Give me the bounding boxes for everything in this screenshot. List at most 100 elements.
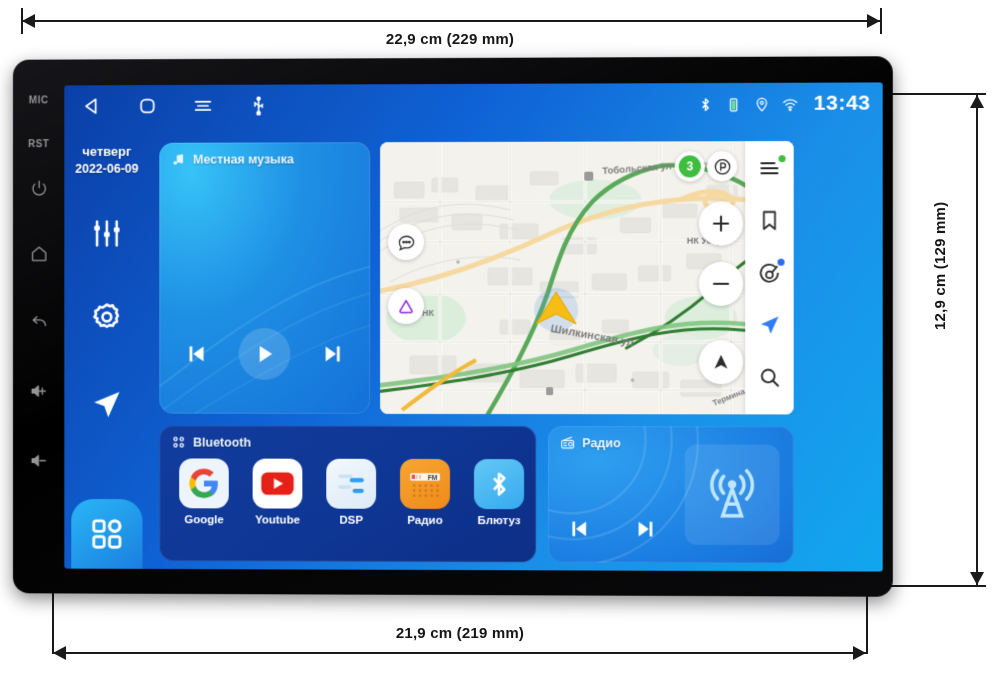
poi-label-nk: НК [422, 308, 435, 319]
app-label-youtube: Youtube [255, 514, 300, 527]
apps-row: Google Youtube DSP FM Радио Блютуз [159, 449, 536, 527]
date-display: четверг 2022-06-09 [75, 143, 138, 177]
power-button[interactable] [22, 173, 56, 203]
app-radio[interactable]: FM Радио [396, 458, 454, 527]
status-bar: 13:43 [697, 82, 871, 125]
parking-icon [712, 157, 731, 176]
bluetooth-apps-widget[interactable]: Bluetooth Google Youtube DSP FM Радио Бл… [159, 425, 537, 563]
music-transport-controls [159, 327, 370, 380]
map-parking-button[interactable] [706, 151, 738, 182]
navigation-arrow-icon [94, 392, 120, 418]
bluetooth-widget-title: Bluetooth [193, 435, 251, 450]
radio-widget[interactable]: Радио [548, 426, 794, 564]
home-button[interactable] [22, 239, 56, 269]
sidebar-item-apps[interactable] [71, 499, 143, 569]
map-widget[interactable]: Тобольская ул Шилкинская ул Терминальная… [380, 141, 794, 415]
map-top-controls: 3 [674, 151, 738, 182]
play-button[interactable] [238, 327, 291, 380]
bluetooth-icon [474, 459, 525, 510]
dim-line-bottom [53, 652, 866, 654]
menu-badge-dot [778, 155, 786, 163]
dim-label-right-height: 12,9 cm (129 mm) [932, 201, 949, 330]
music-widget[interactable]: Местная музыка [159, 142, 371, 414]
prev-track-button[interactable] [183, 341, 209, 367]
youtube-icon [252, 458, 303, 509]
reset-button[interactable]: RST [22, 129, 56, 159]
nav-back-icon[interactable] [64, 85, 119, 127]
map-search-button[interactable] [754, 362, 784, 392]
map-discovery-button[interactable] [754, 258, 785, 288]
chat-bubble-icon [398, 235, 415, 251]
radio-transport-controls [566, 516, 658, 546]
app-sidebar: четверг 2022-06-09 [64, 127, 149, 569]
map-zoom-out-button[interactable] [698, 261, 744, 306]
dim-arrow-bottom-left [53, 646, 66, 660]
app-label-dsp: DSP [339, 514, 363, 527]
date-label: 2022-06-09 [75, 161, 139, 176]
radio-fm-icon: FM [400, 458, 450, 509]
volume-up-button[interactable] [22, 376, 56, 406]
map-bookmarks-button[interactable] [754, 205, 784, 235]
apps-grid-icon [89, 516, 125, 552]
nav-recents-icon[interactable] [175, 85, 231, 127]
map-alice-button[interactable] [388, 288, 425, 325]
compass-arrow-icon [714, 354, 728, 369]
next-station-button[interactable] [633, 517, 658, 547]
minus-icon [709, 272, 733, 296]
wifi-icon [781, 95, 798, 112]
dim-label-top-width: 22,9 cm (229 mm) [385, 31, 515, 48]
discovery-badge-dot [777, 258, 785, 266]
google-icon [179, 458, 229, 509]
prev-station-button[interactable] [566, 516, 591, 546]
search-icon [757, 365, 781, 389]
map-traffic-button[interactable]: 3 [674, 151, 705, 182]
map-chat-button[interactable] [388, 224, 425, 261]
bluetooth-icon [697, 96, 714, 113]
dim-arrow-right-bottom [970, 572, 984, 585]
app-google[interactable]: Google [175, 458, 233, 526]
radio-album-art [684, 444, 780, 546]
mic-button[interactable]: MIC [22, 85, 56, 115]
nav-home-icon[interactable] [120, 85, 175, 127]
hardware-button-column: MIC RST [13, 60, 64, 594]
app-bluetooth[interactable]: Блютуз [470, 459, 528, 527]
back-arrow-button[interactable] [22, 306, 56, 336]
map-side-rail [745, 141, 794, 415]
weekday-label: четверг [82, 143, 132, 159]
volume-down-button[interactable] [22, 445, 56, 475]
screenshot-root: 22,9 cm (229 mm) 12,9 cm (129 mm) 21,9 c… [0, 0, 1000, 673]
next-track-button[interactable] [320, 341, 346, 367]
status-clock: 13:43 [813, 91, 871, 115]
head-unit-screen: 13:43 четверг 2022-06-09 Местная музыка … [64, 82, 883, 572]
radio-tower-icon [704, 467, 760, 523]
dim-line-right [976, 94, 978, 585]
equalizer-icon [90, 217, 124, 251]
app-dsp[interactable]: DSP [322, 458, 380, 527]
sidebar-item-settings[interactable] [64, 287, 149, 349]
svg-text:FM: FM [428, 475, 438, 482]
app-label-google: Google [184, 514, 224, 527]
bookmark-icon [757, 208, 781, 232]
app-youtube[interactable]: Youtube [249, 458, 307, 527]
sidebar-item-navigation[interactable] [64, 374, 149, 436]
battery-icon [725, 95, 742, 112]
dim-arrow-top-right [867, 14, 880, 28]
map-zoom-in-button[interactable] [698, 201, 744, 246]
apps-dots-icon [171, 435, 186, 450]
car-head-unit-device: MIC RST 13:43 четверг 2022-06-09 Местная… [12, 56, 893, 597]
nav-usb-icon[interactable] [231, 85, 287, 127]
dim-label-bottom-width: 21,9 cm (219 mm) [395, 625, 525, 642]
map-menu-button[interactable] [754, 153, 786, 183]
sidebar-item-equalizer[interactable] [64, 203, 149, 265]
app-label-bluetooth: Блютуз [477, 515, 521, 528]
map-compass-button[interactable] [698, 340, 744, 385]
app-label-radio: Радио [407, 514, 443, 527]
traffic-level-badge: 3 [678, 155, 701, 178]
map-navigate-button[interactable] [754, 310, 784, 340]
location-pin-icon [753, 95, 770, 112]
navigation-arrow-icon [760, 316, 779, 334]
dim-arrow-right-top [970, 95, 984, 108]
alice-triangle-icon [399, 300, 414, 314]
bluetooth-widget-header: Bluetooth [159, 426, 536, 451]
dim-arrow-bottom-right [853, 646, 866, 660]
